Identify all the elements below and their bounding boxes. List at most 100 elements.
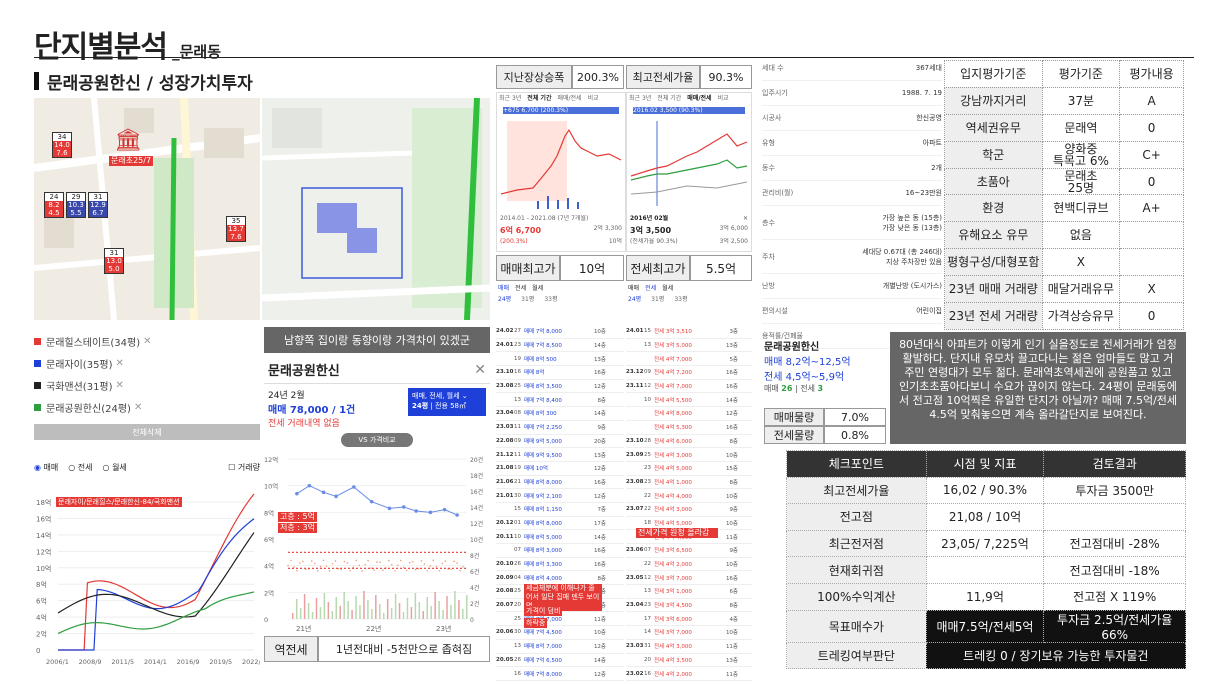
table-row[interactable]: 20.12 01 매매 8억 8,000 17층 <box>496 517 624 531</box>
table-row[interactable]: 20.10 26 매매 8억 3,300 16층 <box>496 558 624 572</box>
table-row[interactable]: 20.06 30 매매 7억 4,500 10층 <box>496 626 624 640</box>
table-row[interactable]: 전세 4억 5,300 16층 <box>626 421 752 435</box>
table-row[interactable]: 19 매매 8억 500 13층 <box>496 352 624 367</box>
close-icon[interactable]: ✕ <box>743 215 748 223</box>
row-day: 25 <box>514 588 521 595</box>
price-marker[interactable]: 24 8.2 4.5 <box>44 192 64 218</box>
info-value: 367세대 <box>915 64 942 72</box>
table-row[interactable]: 24.02 27 매매 7억 8,000 10층 <box>496 325 624 339</box>
table-row[interactable]: 23.10 28 전세 4억 6,000 8층 <box>626 435 752 449</box>
filter-dropdown[interactable]: 매매, 전세, 월세 ⌄ 24평 | 전용 58㎡ <box>408 388 486 416</box>
table-row[interactable]: 23.04 08 매매 8억 300 14층 <box>496 407 624 421</box>
table-row[interactable]: 22 전세 4억 4,000 10층 <box>626 489 752 503</box>
table-row[interactable]: 16 매매 7억 8,000 12층 <box>496 667 624 681</box>
table-row[interactable]: 21.08 19 매매 10억 12층 <box>496 462 624 476</box>
table-row[interactable]: 21.06 21 매매 8억 8,000 16층 <box>496 476 624 490</box>
table-row[interactable]: 20 전세 4억 3,500 13층 <box>626 654 752 668</box>
table-row[interactable]: 23.06 07 전세 3억 6,500 9층 <box>626 544 752 558</box>
close-icon[interactable]: ✕ <box>116 380 124 391</box>
radio-monthly[interactable]: ○ 월세 <box>103 462 127 473</box>
table-row[interactable]: 13 전세 3억 5,000 13층 <box>626 339 752 353</box>
evaluation-row: 유해요소 유무 없음 <box>944 221 1184 250</box>
table-row[interactable]: 07 매매 8억 3,000 16층 <box>496 544 624 558</box>
jeonse-point <box>429 565 432 567</box>
table-row[interactable]: 22 전세 4억 2,000 10층 <box>626 558 752 572</box>
table-row[interactable]: 23 전세 4억 5,000 15층 <box>626 462 752 476</box>
close-icon[interactable]: ✕ <box>116 358 124 369</box>
close-icon[interactable]: ✕ <box>134 402 142 413</box>
row-day: 19 <box>514 465 521 472</box>
trade-table[interactable]: 매매 전세 월세 24평 31평 33평 24.02 27 매매 7억 8,00… <box>496 284 624 684</box>
price-marker[interactable]: 29 10.3 5.5 <box>66 192 86 218</box>
jeonse-table[interactable]: 매매 전세 월세 24평 31평 33평 24.01 15 전세 3억 3,51… <box>626 284 752 684</box>
legend-item[interactable]: 문래힐스테이트(34평) ✕ <box>34 330 260 352</box>
vs-compare-button[interactable]: VS 가격비교 <box>341 433 413 447</box>
close-icon[interactable]: ✕ <box>143 336 151 347</box>
checkpoint-cell: 투자금 2.5억/전세가율66% <box>1043 609 1186 643</box>
row-day: 25 <box>514 615 521 622</box>
table-row[interactable]: 20.11 10 매매 8억 5,000 14층 <box>496 530 624 544</box>
row-day: 09 <box>514 437 521 444</box>
trend-chart[interactable]: ◉ 매매 ○ 전세 ○ 월세 ☐ 거래량 18억 16억 14억 12억 10억 8억 6억… <box>34 460 265 667</box>
row-floor: 8층 <box>729 438 738 445</box>
table-row[interactable]: 22.08 09 매매 9억 5,000 20층 <box>496 435 624 449</box>
table-row[interactable]: 13 전세 3억 1,000 6층 <box>626 585 752 599</box>
table-row[interactable]: 24.01 23 매매 7억 8,500 14층 <box>496 339 624 353</box>
table-row[interactable]: 23.08 23 전세 4억 1,000 8층 <box>626 476 752 490</box>
table-row[interactable]: 13 매매 7억 8,400 8층 <box>496 393 624 408</box>
volume-checkbox[interactable]: ☐ 거래량 <box>228 462 260 473</box>
neighborhood-map[interactable]: 🏛 문래초25/7 34 14.0 7.6 24 8.2 4.5 29 10.3 5… <box>34 98 260 320</box>
table-row[interactable]: 23.03 31 전세 4억 3,000 11층 <box>626 640 752 654</box>
price-marker[interactable]: 31 13.0 5.0 <box>104 248 124 274</box>
table-row[interactable]: 23.12 09 전세 4억 7,200 16층 <box>626 366 752 380</box>
legend-item[interactable]: 국화맨션(31평) ✕ <box>34 374 260 396</box>
row-floor: 3층 <box>729 329 738 336</box>
row-floor: 12층 <box>593 493 606 500</box>
table-row[interactable]: 23.05 12 전세 3억 7,000 16층 <box>626 571 752 586</box>
table-row[interactable]: 21.12 11 매매 9억 9,500 13층 <box>496 448 624 462</box>
evaluation-cell: 0 <box>1119 302 1184 330</box>
table-row[interactable]: 10 전세 4억 5,500 14층 <box>626 393 752 408</box>
row-floor: 5층 <box>729 356 738 363</box>
mini-chart-right[interactable]: 최근 3년 전체 기간 매매/전세 비교 2016.02 3,500 (90.3… <box>626 92 752 252</box>
table-row[interactable]: 전세 4억 7,000 5층 <box>626 352 752 367</box>
table-row[interactable]: 23.09 25 전세 4억 3,000 10층 <box>626 448 752 462</box>
table-row[interactable]: 23.10 16 매매 8억 16층 <box>496 366 624 380</box>
legend-swatch <box>34 381 41 389</box>
legend-item[interactable]: 문래자이(35평) ✕ <box>34 352 260 374</box>
table-row[interactable]: 20.09 04 매매 8억 4,000 8층 <box>496 571 624 586</box>
table-row[interactable]: 23.03 11 매매 7억 2,250 9층 <box>496 421 624 435</box>
price-marker[interactable]: 31 12.9 6.7 <box>88 192 108 218</box>
row-price: 전세 4억 7,000 <box>654 384 692 391</box>
table-row[interactable]: 24.01 15 전세 3억 3,510 3층 <box>626 325 752 339</box>
table-row[interactable]: 23.11 12 전세 4억 7,000 16층 <box>626 380 752 394</box>
mini-chart-left[interactable]: 최근 3년 전체 기간 매매/전세 비교 +675 6,700 (200.3%)… <box>496 92 626 252</box>
table-row[interactable]: 전세 4억 8,000 12층 <box>626 407 752 421</box>
table-row[interactable]: 23.02 16 전세 4억 2,000 11층 <box>626 667 752 681</box>
price-marker[interactable]: 35 13.7 7.6 <box>226 216 246 242</box>
school-icon: 🏛 <box>114 128 142 153</box>
table-row[interactable]: 15 매매 8억 1,150 7층 <box>496 503 624 517</box>
legend-item[interactable]: 문래공원한신(24평) ✕ <box>34 396 260 418</box>
table-row[interactable]: 20.05 26 매매 7억 6,500 14층 <box>496 654 624 668</box>
table-row[interactable]: 21.01 30 매매 9억 2,100 12층 <box>496 489 624 503</box>
delete-all-button[interactable]: 전체삭제 <box>34 424 260 440</box>
table-row[interactable]: 23.08 25 매매 8억 3,500 12층 <box>496 380 624 394</box>
table-row[interactable]: 14 전세 3억 7,000 10층 <box>626 626 752 640</box>
table-row[interactable]: 23.07 22 전세 4억 3,000 9층 <box>626 503 752 517</box>
volume-bar <box>351 610 353 619</box>
row-floor: 14층 <box>593 411 606 418</box>
radio-jeonse[interactable]: ○ 전세 <box>68 462 92 473</box>
radio-trade[interactable]: ◉ 매매 <box>34 462 58 473</box>
table-row[interactable]: 23.04 23 전세 3억 4,500 8층 <box>626 599 752 613</box>
row-price: 전세 4억 3,000 <box>654 644 692 651</box>
row-price: 전세 3억 3,510 <box>654 329 692 336</box>
site-map[interactable] <box>262 98 490 320</box>
close-icon[interactable]: ✕ <box>474 362 486 378</box>
table-row[interactable]: 17 전세 3억 6,000 4층 <box>626 612 752 627</box>
checkpoint-cell: 100%수익계산 <box>786 582 927 611</box>
table-row[interactable]: 13 매매 8억 7,000 12층 <box>496 640 624 654</box>
row-price: 전세 3억 7,000 <box>654 575 692 582</box>
price-marker[interactable]: 34 14.0 7.6 <box>52 132 72 158</box>
row-month: 23.09 <box>626 451 644 458</box>
